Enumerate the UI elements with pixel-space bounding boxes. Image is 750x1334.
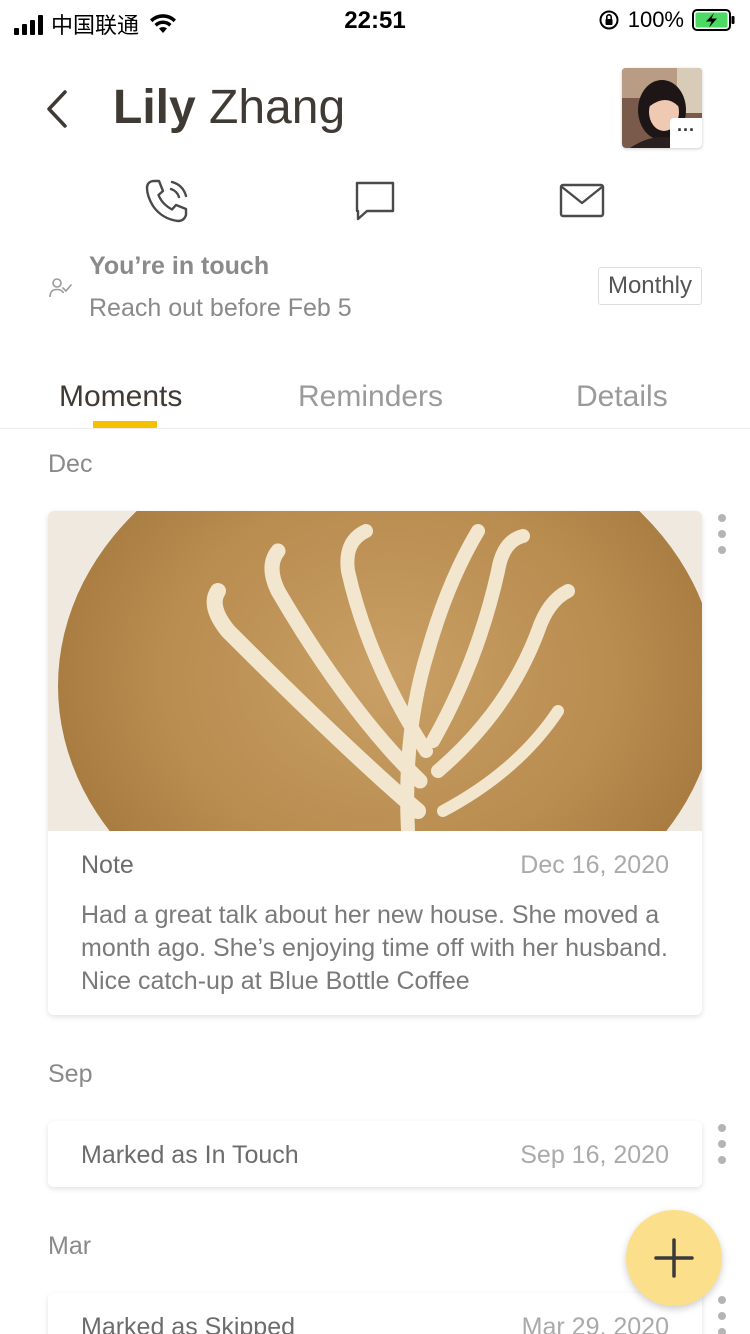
moment-date: Mar 29, 2020	[521, 1313, 669, 1334]
touch-status-subtitle: Reach out before Feb 5	[89, 294, 352, 322]
tab-moments[interactable]: Moments	[59, 380, 182, 414]
call-button[interactable]	[142, 176, 192, 226]
email-button[interactable]	[557, 176, 607, 226]
battery-charging-icon	[692, 9, 735, 31]
avatar[interactable]: ···	[622, 68, 702, 148]
phone-icon	[145, 179, 188, 223]
moment-type: Note	[81, 851, 134, 879]
chevron-left-icon	[47, 90, 67, 128]
moment-date: Sep 16, 2020	[520, 1141, 669, 1169]
contact-first-name: Lily	[113, 81, 196, 134]
status-bar: 中国联通 22:51 100%	[0, 0, 750, 40]
latte-art-photo	[48, 511, 702, 831]
month-heading: Mar	[48, 1232, 92, 1260]
tab-divider	[0, 428, 750, 429]
moment-type: Marked as In Touch	[81, 1141, 299, 1169]
battery-percent: 100%	[627, 7, 684, 32]
tab-details[interactable]: Details	[576, 380, 668, 414]
month-heading: Sep	[48, 1060, 93, 1088]
moment-card[interactable]: Marked as In Touch Sep 16, 2020	[48, 1121, 702, 1187]
month-heading: Dec	[48, 450, 93, 478]
moment-type: Marked as Skipped	[81, 1313, 296, 1334]
plus-icon	[654, 1238, 694, 1278]
contact-last-name: Zhang	[209, 81, 346, 134]
tab-reminders[interactable]: Reminders	[298, 380, 443, 414]
touch-status-title: You’re in touch	[89, 252, 270, 280]
moment-card[interactable]: Marked as Skipped Mar 29, 2020	[48, 1293, 702, 1334]
add-moment-button[interactable]	[626, 1210, 722, 1306]
back-button[interactable]	[40, 86, 80, 132]
active-tab-indicator	[93, 421, 157, 428]
message-button[interactable]	[350, 176, 400, 226]
frequency-button[interactable]: Monthly	[598, 267, 702, 305]
moment-more-button[interactable]	[716, 514, 728, 554]
contact-name: Lily Zhang	[113, 80, 345, 135]
person-check-icon	[49, 278, 72, 298]
moment-more-button[interactable]	[716, 1124, 728, 1164]
avatar-more-icon[interactable]: ···	[670, 118, 702, 148]
moment-card[interactable]: Note Dec 16, 2020 Had a great talk about…	[48, 511, 702, 1015]
moment-date: Dec 16, 2020	[520, 851, 669, 879]
moment-note: Had a great talk about her new house. Sh…	[81, 901, 668, 995]
status-right: 100%	[598, 7, 736, 33]
message-icon	[355, 181, 395, 221]
orientation-lock-icon	[599, 10, 619, 30]
mail-icon	[559, 183, 605, 218]
